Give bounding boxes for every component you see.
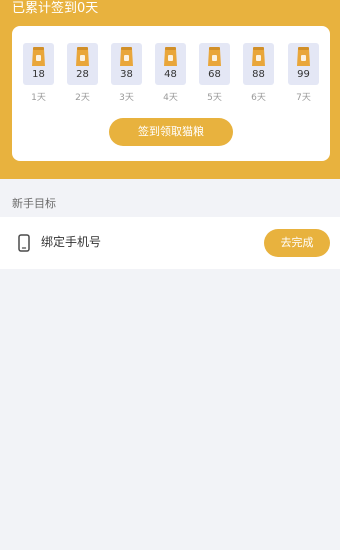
day-tile[interactable]: 28 xyxy=(67,43,98,85)
day-tile[interactable]: 38 xyxy=(111,43,142,85)
day-tile[interactable]: 18 xyxy=(23,43,54,85)
day-label: 2天 xyxy=(75,93,90,103)
day-label: 7天 xyxy=(296,93,311,103)
reward-value: 18 xyxy=(32,69,45,80)
day-tile[interactable]: 68 xyxy=(199,43,230,85)
go-complete-button[interactable]: 去完成 xyxy=(264,229,330,257)
reward-value: 28 xyxy=(76,69,89,80)
checkin-card: 18 1天 28 2天 38 3天 48 4天 68 5天 88 6天 99 7… xyxy=(12,26,330,161)
reward-value: 48 xyxy=(164,69,177,80)
cat-food-bag-icon xyxy=(252,47,265,66)
task-row-bind-phone: 绑定手机号 去完成 xyxy=(0,217,340,269)
reward-value: 88 xyxy=(252,69,265,80)
cat-food-bag-icon xyxy=(76,47,89,66)
cat-food-bag-icon xyxy=(208,47,221,66)
task-label: 绑定手机号 xyxy=(41,235,102,249)
streak-title: 已累计签到0天 xyxy=(12,1,99,16)
day-label: 1天 xyxy=(31,93,46,103)
cat-food-bag-icon xyxy=(164,47,177,66)
claim-cat-food-button[interactable]: 签到领取猫粮 xyxy=(109,118,233,146)
day-tile[interactable]: 99 xyxy=(288,43,319,85)
reward-value: 99 xyxy=(297,69,310,80)
reward-value: 68 xyxy=(208,69,221,80)
day-tile[interactable]: 88 xyxy=(243,43,274,85)
reward-value: 38 xyxy=(120,69,133,80)
section-title: 新手目标 xyxy=(12,197,56,210)
day-label: 3天 xyxy=(119,93,134,103)
day-label: 6天 xyxy=(251,93,266,103)
day-label: 5天 xyxy=(207,93,222,103)
cat-food-bag-icon xyxy=(120,47,133,66)
cat-food-bag-icon xyxy=(32,47,45,66)
cat-food-bag-icon xyxy=(297,47,310,66)
day-tile[interactable]: 48 xyxy=(155,43,186,85)
day-label: 4天 xyxy=(163,93,178,103)
phone-icon xyxy=(18,234,30,252)
